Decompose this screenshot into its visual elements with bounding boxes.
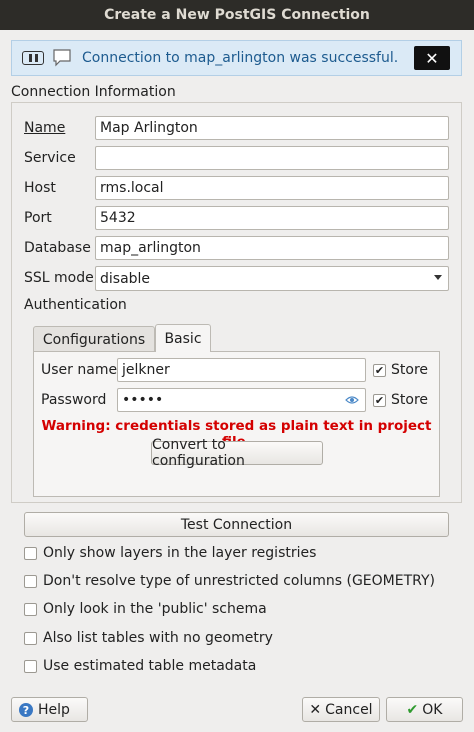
tab-basic[interactable]: Basic bbox=[155, 324, 211, 352]
close-message-button[interactable]: ✕ bbox=[414, 46, 450, 70]
window-titlebar: Create a New PostGIS Connection bbox=[0, 0, 474, 30]
authentication-heading: Authentication bbox=[24, 297, 127, 313]
window-title: Create a New PostGIS Connection bbox=[104, 7, 370, 23]
ssl-mode-value: disable bbox=[100, 270, 151, 287]
service-label: Service bbox=[24, 150, 76, 166]
chevron-down-icon bbox=[434, 275, 442, 280]
name-value: Map Arlington bbox=[100, 120, 198, 136]
ok-button[interactable]: ✔ OK bbox=[386, 697, 463, 722]
cancel-icon: ✕ bbox=[309, 701, 322, 718]
checkmark-icon: ✔ bbox=[406, 701, 419, 718]
message-bar: Connection to map_arlington was successf… bbox=[11, 40, 462, 76]
username-value: jelkner bbox=[122, 362, 170, 378]
option-label: Only look in the 'public' schema bbox=[43, 601, 267, 617]
option-checkbox[interactable] bbox=[24, 603, 37, 616]
name-input[interactable]: Map Arlington bbox=[95, 116, 449, 140]
test-connection-button[interactable]: Test Connection bbox=[24, 512, 449, 537]
port-label: Port bbox=[24, 210, 52, 226]
host-input[interactable]: rms.local bbox=[95, 176, 449, 200]
convert-to-configuration-button[interactable]: Convert to configuration bbox=[151, 437, 323, 469]
help-button[interactable]: ? Help bbox=[11, 697, 88, 722]
password-input[interactable]: ••••• bbox=[117, 388, 366, 412]
tab-configurations[interactable]: Configurations bbox=[33, 326, 155, 352]
cancel-label: Cancel bbox=[325, 701, 373, 718]
host-value: rms.local bbox=[100, 180, 164, 196]
port-value: 5432 bbox=[100, 210, 136, 226]
convert-button-label: Convert to configuration bbox=[152, 437, 245, 469]
message-text: Connection to map_arlington was successf… bbox=[82, 50, 399, 66]
store-password-label: Store bbox=[391, 392, 429, 408]
eye-icon[interactable] bbox=[345, 395, 359, 405]
checkmark-icon: ✔ bbox=[374, 394, 385, 407]
password-label: Password bbox=[41, 392, 107, 408]
service-input[interactable] bbox=[95, 146, 449, 170]
store-username-checkbox[interactable]: ✔ bbox=[373, 364, 386, 377]
close-icon: ✕ bbox=[425, 48, 439, 68]
host-label: Host bbox=[24, 180, 56, 196]
option-label: Only show layers in the layer registries bbox=[43, 545, 317, 561]
option-label: Don't resolve type of unrestricted colum… bbox=[43, 573, 435, 589]
option-checkbox[interactable] bbox=[24, 660, 37, 673]
database-label: Database bbox=[24, 240, 91, 256]
username-input[interactable]: jelkner bbox=[117, 358, 366, 382]
tab-basic-label: Basic bbox=[164, 330, 202, 347]
option-label: Use estimated table metadata bbox=[43, 658, 257, 674]
svg-text:?: ? bbox=[23, 704, 29, 717]
password-value: ••••• bbox=[122, 392, 164, 408]
pause-icon[interactable] bbox=[22, 51, 44, 65]
port-input[interactable]: 5432 bbox=[95, 206, 449, 230]
option-checkbox[interactable] bbox=[24, 632, 37, 645]
checkmark-icon: ✔ bbox=[374, 364, 385, 377]
ok-label: OK bbox=[422, 701, 443, 718]
tab-configurations-label: Configurations bbox=[42, 331, 146, 348]
cancel-button[interactable]: ✕ Cancel bbox=[302, 697, 380, 722]
ssl-mode-select[interactable]: disable bbox=[95, 266, 449, 291]
username-label: User name bbox=[41, 362, 118, 378]
option-label: Also list tables with no geometry bbox=[43, 630, 273, 646]
help-label: Help bbox=[38, 701, 70, 718]
option-checkbox[interactable] bbox=[24, 547, 37, 560]
name-label: Name bbox=[24, 120, 66, 136]
database-input[interactable]: map_arlington bbox=[95, 236, 449, 260]
connection-info-heading: Connection Information bbox=[11, 84, 176, 100]
ssl-mode-label: SSL mode bbox=[24, 270, 94, 286]
store-password-checkbox[interactable]: ✔ bbox=[373, 394, 386, 407]
test-connection-label: Test Connection bbox=[180, 516, 293, 533]
help-icon: ? bbox=[19, 702, 33, 717]
option-checkbox[interactable] bbox=[24, 575, 37, 588]
speech-bubble-icon bbox=[53, 49, 71, 67]
store-username-label: Store bbox=[391, 362, 429, 378]
database-value: map_arlington bbox=[100, 240, 201, 256]
